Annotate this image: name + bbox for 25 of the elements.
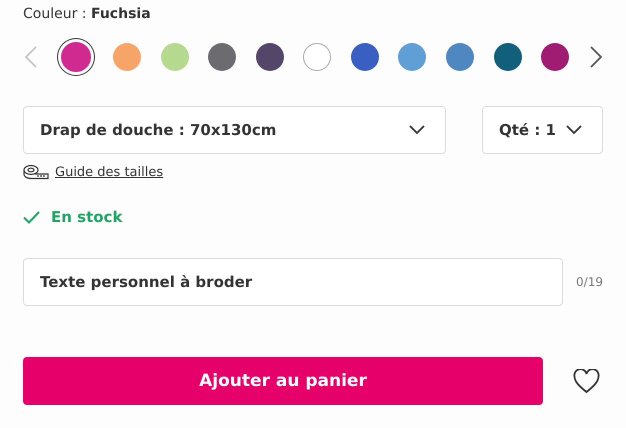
tape-measure-icon [23, 164, 49, 180]
size-dropdown[interactable]: Drap de douche : 70x130cm [23, 106, 446, 154]
color-swatch[interactable] [113, 43, 142, 71]
chevron-down-icon [566, 125, 582, 135]
color-label: Couleur : Fuchsia [23, 6, 152, 24]
color-swatch[interactable] [494, 43, 522, 71]
color-swatch[interactable] [398, 43, 426, 71]
chevron-left-icon [24, 45, 38, 69]
heart-icon [573, 368, 600, 394]
color-swatch[interactable] [160, 43, 189, 71]
color-swatch[interactable] [303, 43, 332, 71]
chevron-down-icon [409, 125, 425, 135]
embroidery-text-field[interactable]: Texte personnel à broder [23, 258, 563, 306]
color-swatch[interactable] [541, 43, 570, 71]
character-counter: 0/19 [576, 275, 603, 289]
add-to-cart-button[interactable]: Ajouter au panier [23, 357, 543, 405]
color-swatch[interactable] [256, 43, 284, 71]
stock-status: En stock [51, 208, 122, 226]
color-swatch[interactable] [350, 43, 379, 71]
quantity-dropdown[interactable]: Qté : 1 [482, 106, 603, 154]
size-guide-link[interactable]: Guide des tailles [23, 164, 164, 180]
color-swatch[interactable] [446, 43, 474, 71]
color-swatch[interactable] [208, 43, 236, 71]
chevron-right-icon [589, 45, 603, 69]
favorite-button[interactable] [573, 368, 600, 394]
